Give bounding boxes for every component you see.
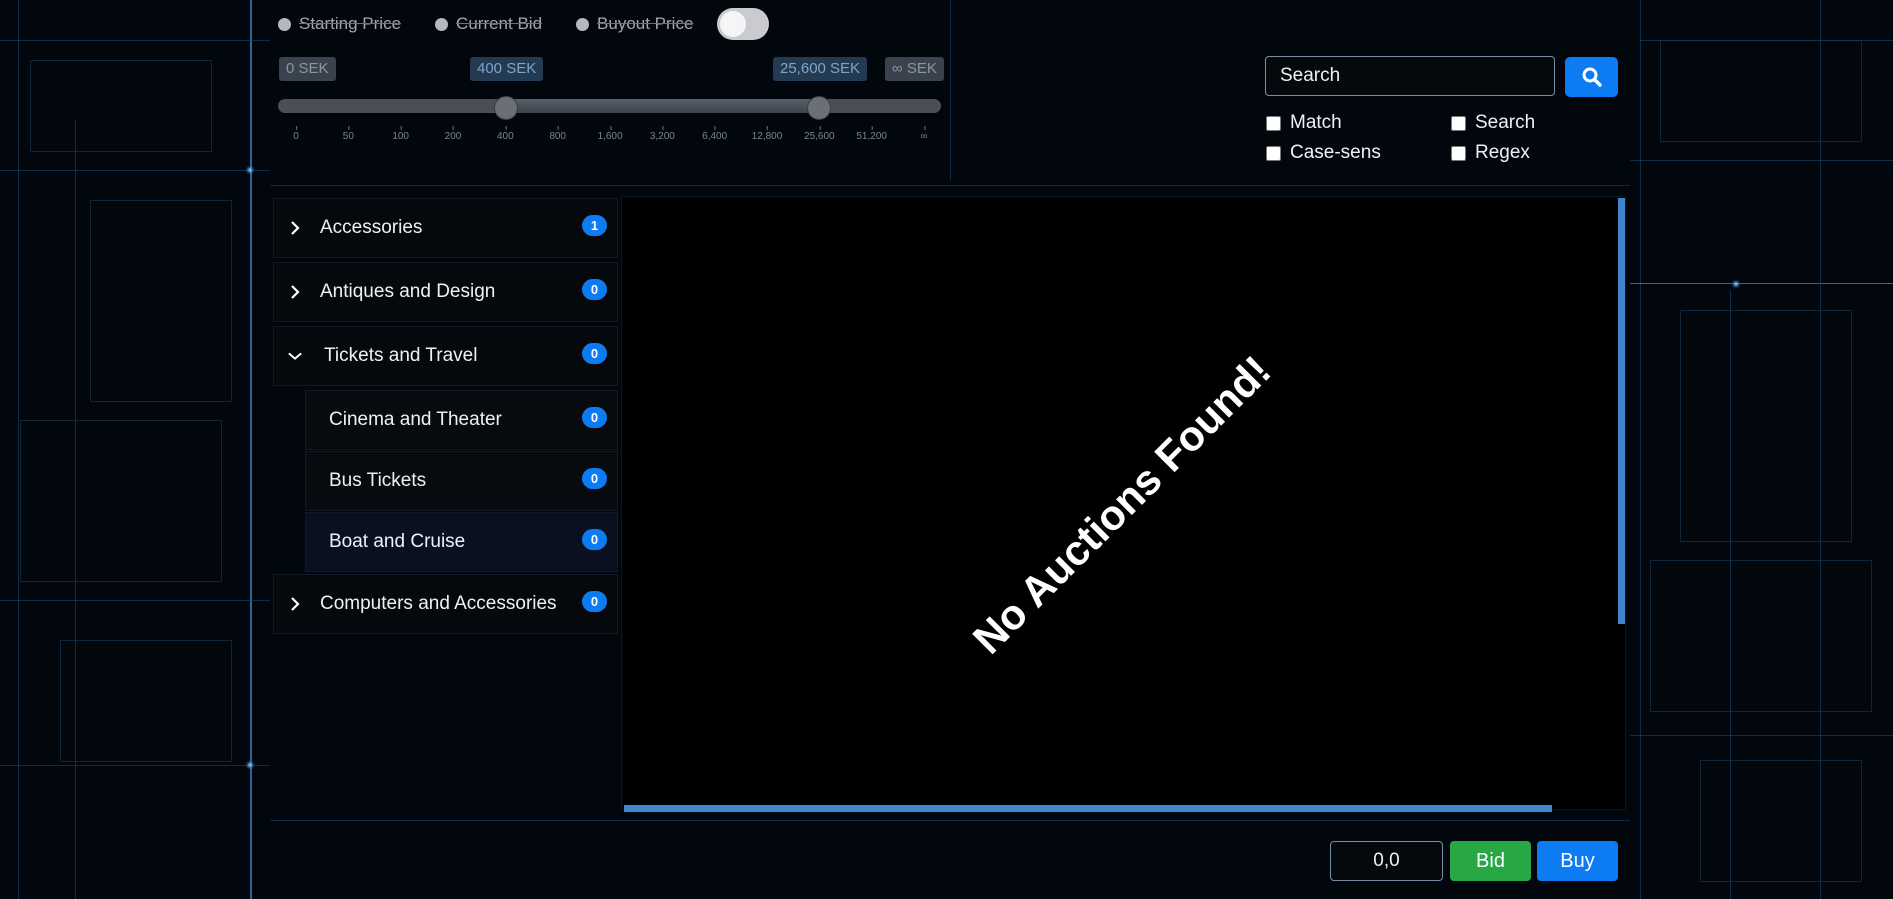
vertical-scrollbar[interactable] — [1618, 198, 1625, 624]
slider-tick-label: 0 — [293, 126, 299, 142]
slider-tick-label: 6,400 — [702, 126, 727, 142]
slider-tick-mark — [296, 126, 297, 130]
category-accessories[interactable]: Accessories 1 — [273, 198, 618, 258]
price-min-label: 0 SEK — [279, 57, 336, 81]
slider-tick-label: 400 — [497, 126, 514, 142]
search-button[interactable] — [1565, 57, 1618, 97]
slider-tick-label: 200 — [445, 126, 461, 142]
slider-tick-label: ∞ — [920, 126, 928, 142]
count-badge: 0 — [582, 279, 607, 300]
slider-tick-mark — [610, 126, 611, 130]
radio-dot — [278, 17, 291, 31]
slider-tick-mark — [871, 126, 873, 130]
slider-tick-mark — [348, 126, 350, 130]
chevron-right-icon — [288, 597, 302, 611]
category-panel: Accessories 1 Antiques and Design 0 Tick… — [273, 198, 618, 638]
chevron-down-icon — [288, 349, 302, 363]
subcategory-cinema-and-theater[interactable]: Cinema and Theater 0 — [305, 390, 618, 450]
slider-tick-label: 100 — [392, 126, 409, 142]
slider-tick-label: 12,800 — [752, 126, 782, 142]
slider-tick-mark — [557, 126, 559, 130]
checkbox-label: Match — [1290, 112, 1342, 133]
category-label: Tickets and Travel — [324, 345, 478, 366]
slider-ticks: 0 50 100 200 400 800 1,600 3,200 6,400 12,800 25,6… — [278, 126, 941, 147]
price-filter-toggle[interactable] — [717, 8, 770, 40]
radio-label: Starting Price — [299, 14, 402, 33]
chevron-right-icon — [288, 221, 302, 235]
bid-amount-input[interactable]: 0,0 — [1330, 841, 1443, 881]
subcategory-label: Bus Tickets — [329, 470, 427, 491]
case-sensitive-checkbox[interactable]: Case-sens — [1266, 142, 1381, 164]
checkbox-box — [1266, 115, 1281, 131]
slider-tick-mark — [400, 126, 402, 130]
radio-label: Buyout Price — [597, 14, 694, 33]
category-label: Computers and Accessories — [320, 593, 557, 614]
category-computers-and-accessories[interactable]: Computers and Accessories 0 — [273, 574, 618, 634]
checkbox-box — [1266, 145, 1281, 161]
price-low-label: 400 SEK — [470, 57, 544, 81]
regex-checkbox[interactable]: Regex — [1451, 142, 1530, 164]
price-range-fill — [505, 99, 818, 113]
slider-tick-mark — [662, 126, 664, 130]
buy-button[interactable]: Buy — [1537, 841, 1618, 881]
category-antiques-and-design[interactable]: Antiques and Design 0 — [273, 262, 618, 322]
subcategory-boat-and-cruise[interactable]: Boat and Cruise 0 — [305, 512, 618, 572]
slider-tick-label: 50 — [343, 126, 354, 142]
price-high-label: 25,600 SEK — [773, 57, 868, 81]
slider-tick-label: 51,200 — [856, 126, 887, 142]
search-input[interactable]: Search — [1265, 56, 1555, 96]
radio-dot — [435, 17, 449, 31]
category-label: Accessories — [320, 217, 423, 238]
radio-starting-price[interactable]: Starting Price — [278, 14, 401, 34]
search-icon — [1582, 67, 1602, 87]
count-badge: 0 — [582, 591, 607, 612]
horizontal-scrollbar[interactable] — [624, 805, 1552, 812]
radio-current-bid[interactable]: Current Bid — [435, 14, 542, 34]
count-badge: 1 — [582, 215, 607, 236]
subcategory-bus-tickets[interactable]: Bus Tickets 0 — [305, 451, 618, 511]
slider-handle-low[interactable] — [494, 96, 518, 120]
checkbox-box — [1451, 115, 1466, 131]
slider-tick-label: 1,600 — [597, 126, 623, 142]
checkbox-label: Search — [1475, 112, 1536, 133]
category-tickets-and-travel[interactable]: Tickets and Travel 0 — [273, 326, 618, 386]
slider-tick-mark — [767, 126, 768, 130]
count-badge: 0 — [582, 343, 607, 364]
toggle-knob — [720, 11, 747, 37]
slider-tick-mark — [505, 126, 507, 130]
checkbox-label: Case-sens — [1290, 142, 1381, 163]
radio-dot — [576, 17, 590, 31]
checkbox-box — [1451, 145, 1466, 161]
search-checkbox[interactable]: Search — [1451, 112, 1535, 134]
count-badge: 0 — [582, 529, 607, 550]
slider-tick-label: 25,600 — [804, 126, 835, 142]
radio-label: Current Bid — [456, 14, 543, 33]
category-label: Antiques and Design — [320, 281, 496, 302]
slider-tick-mark — [453, 126, 454, 130]
slider-tick-label: 800 — [549, 126, 566, 142]
price-max-label: ∞ SEK — [885, 57, 944, 81]
count-badge: 0 — [582, 407, 607, 428]
radio-buyout-price[interactable]: Buyout Price — [576, 14, 693, 34]
slider-tick-mark — [923, 126, 925, 130]
bid-button[interactable]: Bid — [1450, 841, 1531, 881]
slider-tick-label: 3,200 — [650, 126, 675, 142]
chevron-right-icon — [288, 285, 302, 299]
slider-tick-mark — [714, 126, 716, 130]
price-type-filter: Starting Price Current Bid Buyout Price — [278, 8, 770, 40]
slider-handle-high[interactable] — [807, 96, 831, 120]
match-checkbox[interactable]: Match — [1266, 112, 1342, 134]
subcategory-label: Cinema and Theater — [329, 409, 502, 430]
slider-tick-mark — [819, 126, 821, 130]
checkbox-label: Regex — [1475, 142, 1530, 163]
subcategory-label: Boat and Cruise — [329, 531, 466, 552]
count-badge: 0 — [582, 468, 607, 489]
